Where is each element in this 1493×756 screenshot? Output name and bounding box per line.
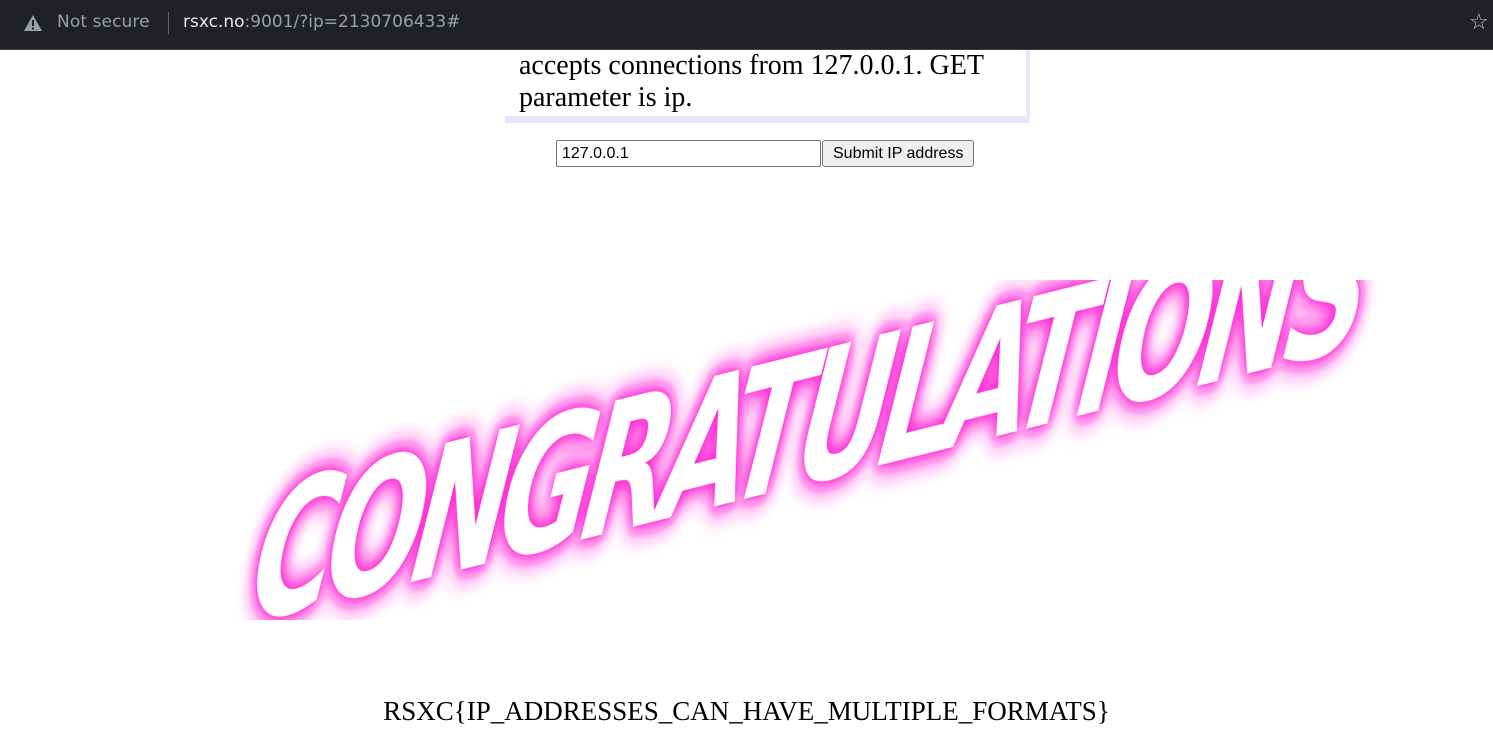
info-text: accepts connections from 127.0.0.1. GET … [519, 50, 1024, 114]
omnibox-divider [168, 12, 169, 34]
ip-input[interactable] [556, 140, 821, 167]
congratulations-banner: CONGRATULATIONS [241, 280, 1381, 620]
info-text-line1: accepts connections from 127.0.0.1. GET [519, 50, 984, 81]
url-text[interactable]: rsxc.no:9001/?ip=2130706433# [183, 12, 460, 32]
address-bar[interactable]: Not secure rsxc.no:9001/?ip=2130706433# … [0, 0, 1493, 46]
congratulations-text: CONGRATULATIONS [241, 280, 1381, 620]
security-label[interactable]: Not secure [57, 12, 150, 32]
warning-triangle-icon[interactable] [23, 14, 43, 32]
flag-text: RSXC{IP_ADDRESSES_CAN_HAVE_MULTIPLE_FORM… [383, 696, 1110, 726]
browser-toolbar: Not secure rsxc.no:9001/?ip=2130706433# … [0, 0, 1493, 50]
info-text-line2: parameter is ip. [519, 82, 693, 113]
info-box: accepts connections from 127.0.0.1. GET … [505, 50, 1030, 123]
ip-form: Submit IP address [556, 140, 975, 167]
url-host: rsxc.no [183, 12, 245, 32]
star-icon[interactable]: ☆ [1469, 11, 1493, 35]
url-path: :9001/?ip=2130706433# [244, 12, 461, 32]
submit-ip-button[interactable]: Submit IP address [822, 140, 975, 167]
